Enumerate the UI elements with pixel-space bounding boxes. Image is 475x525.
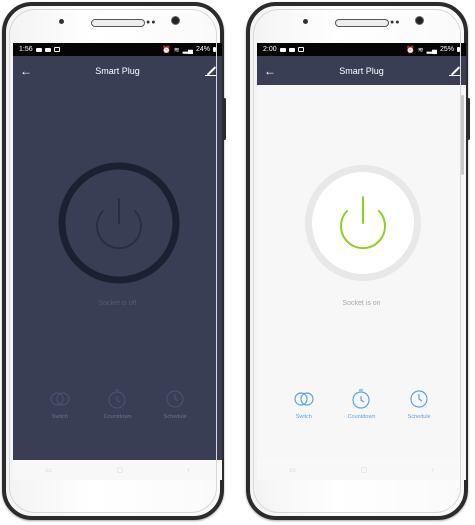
battery-icon bbox=[457, 47, 460, 52]
power-icon bbox=[305, 165, 421, 281]
battery-percent: 25% bbox=[439, 46, 454, 53]
app-screen: 2:00 ⏰ ≋ ▂▄ 25% ← Smart Plug Socket is o… bbox=[257, 43, 466, 480]
switch-label: Switch bbox=[51, 414, 68, 420]
recent-apps-icon[interactable]: ▭ bbox=[289, 466, 296, 474]
power-icon bbox=[58, 162, 180, 284]
status-time: 1:56 bbox=[19, 46, 33, 53]
wifi-icon: ≋ bbox=[417, 46, 424, 54]
edit-pencil-icon[interactable] bbox=[449, 66, 460, 76]
schedule-label: Schedule bbox=[163, 414, 187, 420]
phone-on: ●● 2:00 ⏰ ≋ ▂▄ 25% ← Smart Plug Socket i… bbox=[246, 2, 470, 520]
signal-icon: ▂▄ bbox=[426, 46, 437, 54]
earpiece-speaker bbox=[91, 19, 145, 27]
home-icon[interactable]: ▢ bbox=[116, 466, 123, 474]
back-arrow-icon[interactable]: ← bbox=[264, 65, 276, 77]
schedule-icon bbox=[166, 390, 184, 408]
switch-button[interactable]: Switch bbox=[38, 388, 82, 420]
back-icon[interactable]: ‹ bbox=[187, 467, 189, 474]
wifi-icon: ≋ bbox=[173, 46, 180, 54]
socket-status-text: Socket is off bbox=[98, 300, 137, 307]
notification-icon bbox=[288, 47, 295, 52]
schedule-button[interactable]: Schedule bbox=[397, 388, 441, 420]
image-icon bbox=[53, 47, 60, 52]
countdown-label: Countdown bbox=[103, 414, 132, 420]
notification-icon bbox=[44, 47, 51, 52]
side-button bbox=[223, 98, 226, 140]
countdown-label: Countdown bbox=[347, 414, 376, 420]
countdown-button[interactable]: Countdown bbox=[95, 388, 139, 420]
status-bar: 1:56 ⏰ ≋ ▂▄ 24% bbox=[13, 43, 222, 56]
countdown-button[interactable]: Countdown bbox=[339, 388, 383, 420]
back-arrow-icon[interactable]: ← bbox=[20, 65, 32, 77]
switch-label: Switch bbox=[295, 414, 312, 420]
battery-percent: 24% bbox=[195, 46, 210, 53]
back-icon[interactable]: ‹ bbox=[431, 467, 433, 474]
android-nav-bar: ▭ ▢ ‹ bbox=[257, 460, 466, 480]
status-time: 2:00 bbox=[263, 46, 277, 53]
sensor-dots: ●● bbox=[390, 19, 401, 26]
countdown-icon bbox=[352, 389, 371, 409]
front-camera bbox=[171, 16, 180, 25]
status-bar: 2:00 ⏰ ≋ ▂▄ 25% bbox=[257, 43, 466, 56]
alarm-icon: ⏰ bbox=[406, 46, 415, 54]
front-camera bbox=[415, 16, 424, 25]
switch-icon bbox=[294, 392, 314, 406]
android-nav-bar: ▭ ▢ ‹ bbox=[13, 460, 222, 480]
app-toolbar: ← Smart Plug bbox=[13, 56, 222, 85]
page-title: Smart Plug bbox=[95, 65, 140, 76]
signal-icon: ▂▄ bbox=[182, 46, 193, 54]
alarm-icon: ⏰ bbox=[162, 46, 171, 54]
switch-icon bbox=[50, 392, 70, 406]
power-button[interactable] bbox=[301, 161, 425, 285]
app-toolbar: ← Smart Plug bbox=[257, 56, 466, 85]
recent-apps-icon[interactable]: ▭ bbox=[45, 466, 52, 474]
page-title: Smart Plug bbox=[339, 65, 384, 76]
earpiece-speaker bbox=[335, 19, 389, 27]
edit-pencil-icon[interactable] bbox=[205, 66, 216, 76]
home-icon[interactable]: ▢ bbox=[360, 466, 367, 474]
sensor-dots: ●● bbox=[146, 19, 157, 26]
side-button bbox=[467, 98, 470, 140]
image-icon bbox=[297, 47, 304, 52]
notification-icon bbox=[35, 47, 42, 52]
control-bar: Switch Countdown Schedule bbox=[257, 388, 466, 420]
schedule-icon bbox=[410, 390, 428, 408]
phone-off: ●● 1:56 ⏰ ≋ ▂▄ 24% ← Smart Plug Socket i… bbox=[2, 2, 226, 520]
schedule-button[interactable]: Schedule bbox=[153, 388, 197, 420]
app-screen: 1:56 ⏰ ≋ ▂▄ 24% ← Smart Plug Socket is o… bbox=[13, 43, 222, 480]
sensor-dot bbox=[303, 19, 308, 24]
countdown-icon bbox=[108, 389, 127, 409]
schedule-label: Schedule bbox=[407, 414, 431, 420]
sensor-dot bbox=[59, 19, 64, 24]
power-button[interactable] bbox=[57, 161, 181, 285]
scrollbar[interactable] bbox=[461, 95, 464, 175]
switch-button[interactable]: Switch bbox=[282, 388, 326, 420]
socket-status-text: Socket is on bbox=[342, 300, 381, 307]
notification-icon bbox=[279, 47, 286, 52]
control-bar: Switch Countdown Schedule bbox=[13, 388, 222, 420]
battery-icon bbox=[213, 47, 216, 52]
